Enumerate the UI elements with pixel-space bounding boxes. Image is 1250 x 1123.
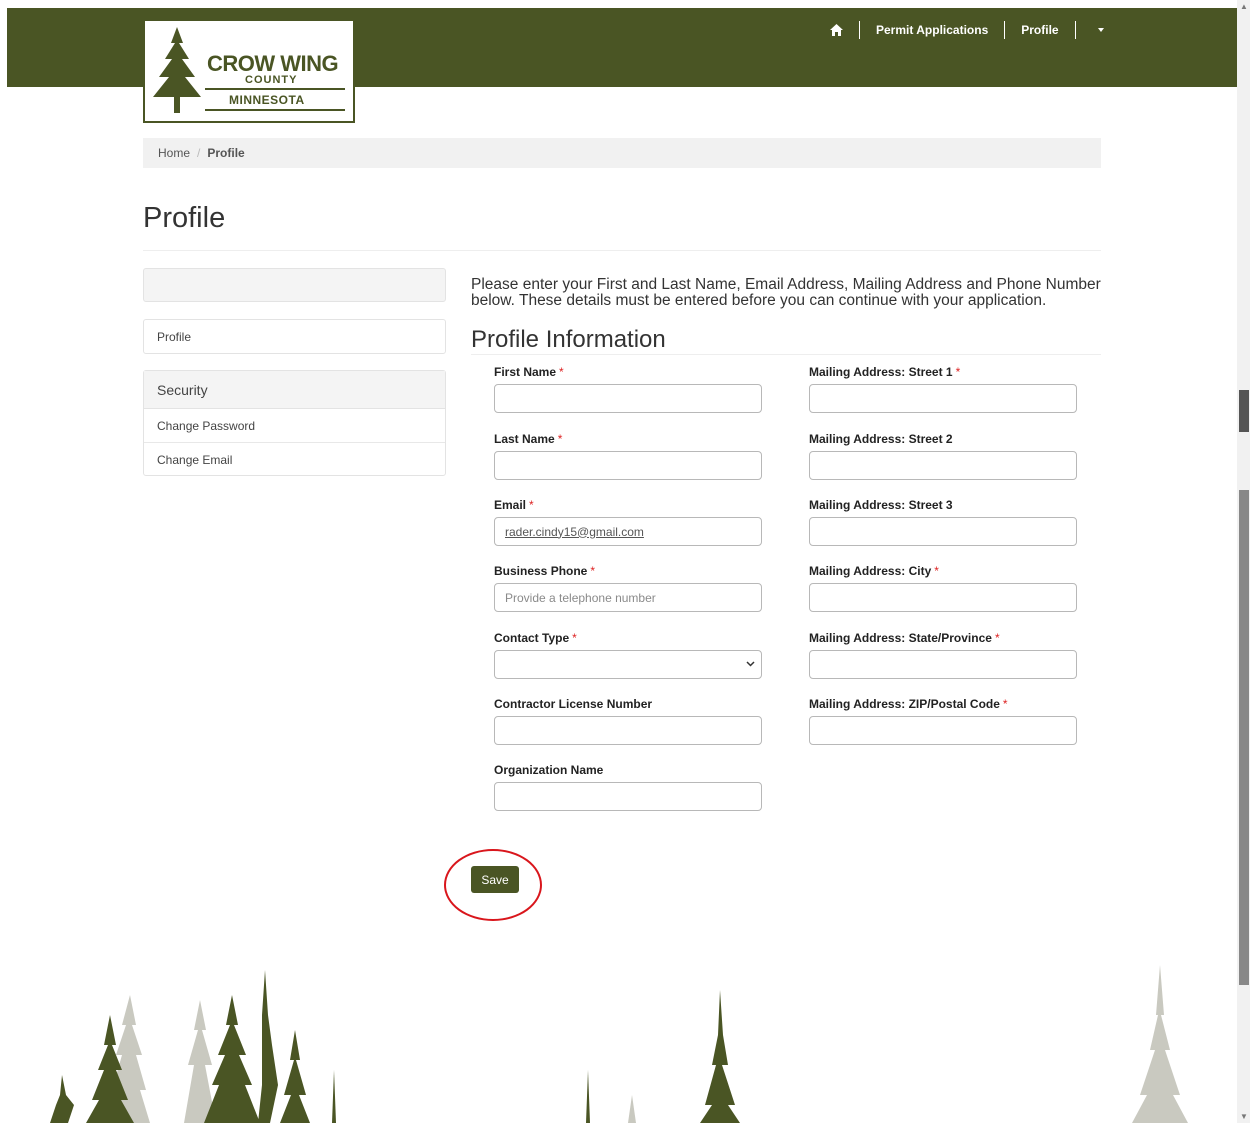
section-divider (471, 354, 1101, 355)
home-icon[interactable] (830, 24, 843, 36)
required-marker: * (572, 631, 577, 645)
first-name-input[interactable] (494, 384, 762, 413)
scroll-down-arrow-icon[interactable]: ▼ (1240, 1112, 1248, 1121)
state-input[interactable] (809, 650, 1077, 679)
crow-wing-county-logo[interactable]: CROW WING COUNTY MINNESOTA (143, 19, 355, 123)
required-marker: * (1002, 697, 1008, 711)
nav-profile[interactable]: Profile (1021, 23, 1058, 37)
chevron-down-icon[interactable] (1097, 28, 1104, 32)
sidebar-security-panel: Security Change Password Change Email (143, 370, 446, 476)
contact-type-select[interactable] (494, 650, 762, 679)
city-input[interactable] (809, 583, 1077, 612)
logo-divider (205, 88, 345, 90)
business-phone-label: Business Phone * (494, 564, 596, 578)
first-name-label: First Name * (494, 365, 564, 379)
top-nav: Permit Applications Profile (830, 20, 1104, 40)
logo-divider (205, 109, 345, 111)
business-phone-placeholder: Provide a telephone number (505, 590, 656, 605)
logo-text-minnesota: MINNESOTA (229, 93, 305, 107)
scrollbar-thumb[interactable] (1239, 490, 1249, 985)
contractor-license-label: Contractor License Number (494, 697, 653, 711)
organization-name-input[interactable] (494, 782, 762, 811)
street3-input[interactable] (809, 517, 1077, 546)
required-marker: * (590, 564, 596, 578)
organization-name-label: Organization Name (494, 763, 604, 777)
required-marker: * (934, 564, 939, 578)
required-marker: * (559, 365, 564, 379)
email-value: rader.cindy15@gmail.com (505, 524, 644, 539)
nav-divider (1074, 21, 1076, 39)
email-input[interactable]: rader.cindy15@gmail.com (494, 517, 762, 546)
scroll-up-arrow-icon[interactable]: ▲ (1240, 2, 1248, 11)
section-title: Profile Information (471, 326, 666, 353)
street1-label: Mailing Address: Street 1 * (809, 365, 961, 379)
sidebar-item-change-password[interactable]: Change Password (144, 409, 445, 443)
state-label: Mailing Address: State/Province * (809, 631, 1000, 645)
logo-text-county: COUNTY (245, 74, 298, 86)
intro-text: Please enter your First and Last Name, E… (471, 276, 1101, 309)
contact-type-label: Contact Type * (494, 631, 577, 645)
chevron-down-icon (746, 661, 755, 667)
required-marker: * (557, 432, 563, 446)
zip-input[interactable] (809, 716, 1077, 745)
email-label: Email * (494, 498, 534, 512)
pine-tree-icon (153, 27, 201, 113)
breadcrumb-separator: / (197, 146, 201, 160)
zip-label: Mailing Address: ZIP/Postal Code * (809, 697, 1008, 711)
business-phone-input[interactable]: Provide a telephone number (494, 583, 762, 612)
street2-input[interactable] (809, 451, 1077, 480)
required-marker: * (994, 631, 1000, 645)
breadcrumb-current: Profile (207, 146, 245, 160)
title-divider (143, 250, 1101, 251)
required-marker: * (955, 365, 961, 379)
sidebar-item-change-email[interactable]: Change Email (144, 443, 445, 476)
breadcrumb-home-link[interactable]: Home (158, 146, 190, 160)
sidebar-item-profile[interactable]: Profile (143, 319, 446, 354)
required-marker: * (529, 498, 534, 512)
street2-label: Mailing Address: Street 2 (809, 432, 953, 446)
contractor-license-input[interactable] (494, 716, 762, 745)
nav-divider (1004, 21, 1006, 39)
street3-label: Mailing Address: Street 3 (809, 498, 953, 512)
nav-divider (859, 21, 860, 39)
city-label: Mailing Address: City * (809, 564, 939, 578)
last-name-input[interactable] (494, 451, 762, 480)
breadcrumb: Home / Profile (143, 138, 1101, 168)
annotation-circle (444, 849, 542, 921)
street1-input[interactable] (809, 384, 1077, 413)
nav-permit-applications[interactable]: Permit Applications (876, 23, 988, 37)
page-title: Profile (143, 202, 226, 234)
sidebar-security-heading: Security (144, 371, 445, 409)
sidebar-empty-panel (143, 268, 446, 302)
pine-trees-decoration (50, 965, 1188, 1123)
last-name-label: Last Name * (494, 432, 563, 446)
scrollbar-marker (1239, 390, 1249, 432)
